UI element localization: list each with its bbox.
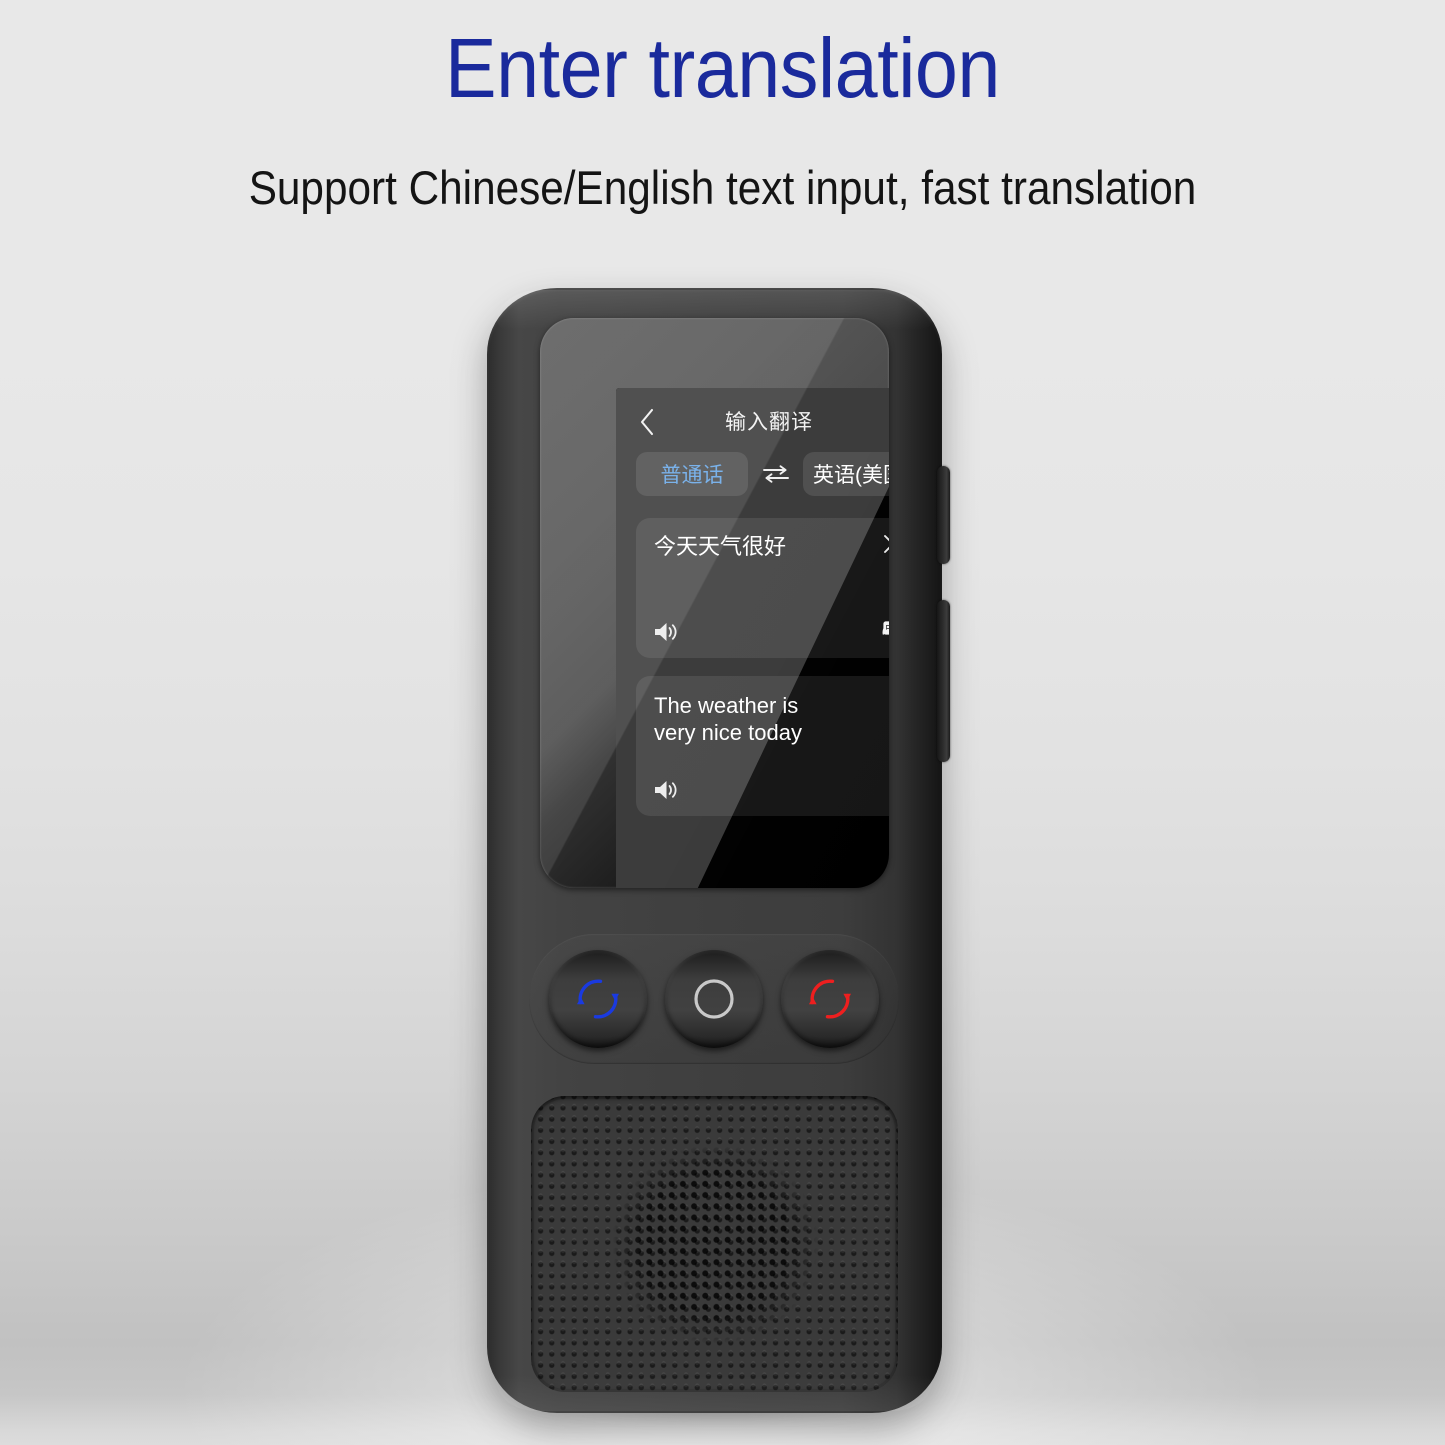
speaker-icon[interactable] — [653, 620, 680, 644]
app-title: 输入翻译 — [725, 411, 813, 434]
source-text-card[interactable]: 今天天气很好 中 A — [636, 518, 889, 658]
speaker-icon[interactable] — [653, 778, 680, 802]
red-translate-button[interactable] — [781, 950, 879, 1048]
source-language-pill[interactable]: 普通话 — [636, 452, 748, 496]
translated-text-card[interactable]: The weather is very nice today — [636, 676, 889, 816]
page-title: Enter translation — [445, 21, 1000, 115]
button-deck — [529, 934, 899, 1064]
ring-icon — [694, 979, 734, 1019]
translated-text: The weather is very nice today — [654, 693, 802, 746]
translator-device: 输入翻译 普通话 英语(美国) — [447, 288, 987, 1430]
svg-text:中: 中 — [885, 622, 889, 634]
home-button[interactable] — [665, 950, 763, 1048]
volume-down-button[interactable] — [937, 600, 950, 762]
target-language-pill[interactable]: 英语(美国) — [803, 452, 889, 496]
device-body: 输入翻译 普通话 英语(美国) — [487, 288, 950, 1413]
close-x-icon[interactable] — [881, 532, 889, 556]
volume-up-button[interactable] — [937, 466, 950, 564]
circular-arrows-icon — [809, 979, 851, 1019]
language-bar: 普通话 英语(美国) — [636, 452, 889, 496]
circular-arrows-icon — [577, 979, 619, 1019]
app-header: 输入翻译 — [616, 406, 889, 440]
blue-translate-button[interactable] — [549, 950, 647, 1048]
device-glass-panel: 输入翻译 普通话 英语(美国) — [540, 318, 889, 888]
product-feature-slide: Enter translation Support Chinese/Englis… — [0, 0, 1445, 1445]
translation-app-ui: 输入翻译 普通话 英语(美国) — [616, 388, 889, 888]
speaker-grille — [531, 1096, 898, 1392]
translate-icon[interactable]: 中 A — [880, 619, 889, 646]
page-subtitle: Support Chinese/English text input, fast… — [248, 161, 1197, 214]
swap-arrows-icon[interactable] — [761, 462, 791, 486]
device-screen: 输入翻译 普通话 英语(美国) — [616, 388, 889, 888]
grille-center-holes — [594, 1128, 835, 1360]
source-text: 今天天气很好 — [654, 534, 787, 559]
